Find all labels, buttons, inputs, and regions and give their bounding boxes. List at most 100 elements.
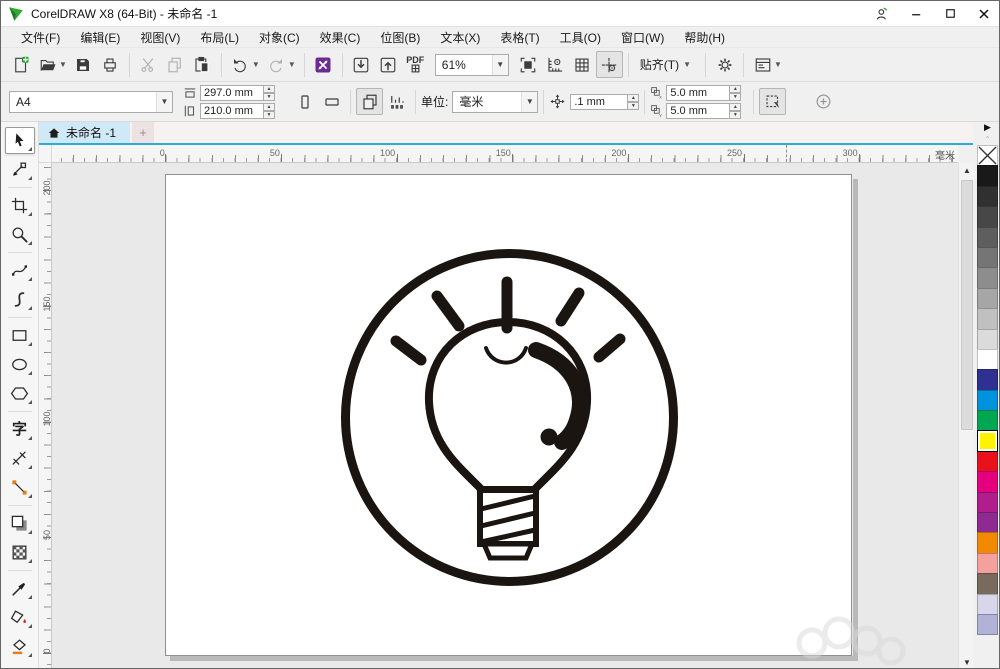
units-combobox[interactable]: 毫米 ▼ (452, 91, 538, 113)
color-swatch-#191919[interactable] (977, 165, 998, 186)
color-swatch-#b0b2d8[interactable] (977, 614, 998, 635)
horizontal-ruler[interactable]: 毫米 050100150200250300 (52, 145, 958, 163)
duplicate-x-field[interactable]: 5.0 mm (666, 85, 730, 101)
open-icon[interactable] (34, 51, 61, 78)
options-gear-icon[interactable] (711, 51, 738, 78)
chevron-down-icon[interactable]: ▼ (521, 92, 537, 112)
import-icon[interactable] (348, 51, 375, 78)
chevron-down-icon[interactable]: ▼ (774, 60, 782, 69)
ruler-origin-corner[interactable] (39, 145, 52, 163)
color-swatch-#0093dd[interactable] (977, 390, 998, 411)
color-swatch-#f4a09c[interactable] (977, 553, 998, 574)
freehand-tool[interactable] (5, 257, 35, 284)
color-swatch-#a6a6a6[interactable] (977, 288, 998, 309)
text-tool[interactable]: 字 (5, 416, 35, 443)
page-width-field[interactable]: 297.0 mm (200, 85, 264, 101)
show-grid-icon[interactable] (569, 51, 596, 78)
duplicate-y-spinner[interactable]: ▲▼ (730, 103, 741, 119)
landscape-orientation-button[interactable] (318, 88, 345, 115)
menu-item-9[interactable]: 表格(T) (490, 27, 549, 48)
palette-flyout-icon[interactable]: ▶ (984, 122, 991, 135)
color-swatch-#00a651[interactable] (977, 410, 998, 431)
menu-item-2[interactable]: 编辑(E) (70, 27, 130, 48)
color-swatch-#d7d7e9[interactable] (977, 594, 998, 615)
nudge-distance-field[interactable]: .1 mm (570, 94, 628, 110)
undo-icon[interactable] (227, 51, 254, 78)
color-swatch-#2e3192[interactable] (977, 369, 998, 390)
scrollbar-thumb[interactable] (961, 180, 973, 430)
menu-item-4[interactable]: 布局(L) (190, 27, 249, 48)
color-swatch-#e5007e[interactable] (977, 471, 998, 492)
color-swatch-#757575[interactable] (977, 247, 998, 268)
drop-shadow-tool[interactable] (5, 510, 35, 537)
publish-pdf-icon[interactable]: PDF (402, 51, 429, 78)
color-swatch-#fff200[interactable] (977, 430, 998, 451)
close-button[interactable] (967, 1, 1000, 26)
account-icon[interactable] (865, 1, 899, 26)
treat-as-filled-button[interactable] (759, 88, 786, 115)
menu-item-1[interactable]: 文件(F) (11, 27, 70, 48)
menu-item-12[interactable]: 帮助(H) (674, 27, 735, 48)
print-icon[interactable] (97, 51, 124, 78)
color-swatch-#5e5e5e[interactable] (977, 227, 998, 248)
menu-item-7[interactable]: 位图(B) (370, 27, 430, 48)
current-page-size-button[interactable] (356, 88, 383, 115)
color-swatch-#8f2a90[interactable] (977, 512, 998, 533)
ellipse-tool[interactable] (5, 351, 35, 378)
chevron-down-icon[interactable]: ▼ (156, 92, 172, 112)
chevron-down-icon[interactable]: ▼ (252, 60, 260, 69)
color-swatch-#f18a00[interactable] (977, 532, 998, 553)
light-bulb-artwork[interactable] (331, 244, 687, 600)
duplicate-y-field[interactable]: 5.0 mm (666, 103, 730, 119)
search-content-icon[interactable] (310, 51, 337, 78)
page-dimensions-button[interactable] (383, 88, 410, 115)
snap-to-dropdown[interactable]: 贴齐(T) ▼ (634, 51, 700, 78)
dimension-tool[interactable] (5, 445, 35, 472)
crop-tool[interactable] (5, 192, 35, 219)
menu-item-10[interactable]: 工具(O) (550, 27, 611, 48)
document-tab-active[interactable]: 未命名 -1 (39, 122, 130, 143)
menu-item-6[interactable]: 效果(C) (310, 27, 371, 48)
smart-fill-tool[interactable] (5, 633, 35, 660)
canvas-viewport[interactable] (52, 163, 958, 669)
vertical-scrollbar[interactable]: ▲ ▼ (958, 163, 974, 669)
transparency-tool[interactable] (5, 539, 35, 566)
maximize-button[interactable] (933, 1, 967, 26)
menu-item-5[interactable]: 对象(C) (249, 27, 310, 48)
page-width-spinner[interactable]: ▲▼ (264, 85, 275, 101)
page-size-preset-combobox[interactable]: A4 ▼ (9, 91, 173, 113)
duplicate-x-spinner[interactable]: ▲▼ (730, 85, 741, 101)
add-preset-icon[interactable] (810, 88, 837, 115)
shape-tool[interactable] (5, 156, 35, 183)
menu-item-11[interactable]: 窗口(W) (611, 27, 674, 48)
vertical-ruler[interactable]: 200150100500 (39, 163, 52, 669)
chevron-down-icon[interactable]: ▼ (492, 55, 508, 75)
portrait-orientation-button[interactable] (291, 88, 318, 115)
show-rulers-icon[interactable] (542, 51, 569, 78)
polygon-tool[interactable] (5, 380, 35, 407)
color-swatch-#474747[interactable] (977, 206, 998, 227)
nudge-distance-spinner[interactable]: ▲▼ (628, 94, 639, 110)
color-swatch-#8d8d8d[interactable] (977, 267, 998, 288)
zoom-level-combobox[interactable]: 61% ▼ (435, 54, 509, 76)
page-height-field[interactable]: 210.0 mm (200, 103, 264, 119)
export-icon[interactable] (375, 51, 402, 78)
eyedropper-tool[interactable] (5, 575, 35, 602)
pick-tool[interactable] (5, 127, 35, 154)
paste-icon[interactable] (189, 51, 216, 78)
color-swatch-#796a5e[interactable] (977, 573, 998, 594)
no-color-swatch[interactable] (977, 145, 998, 166)
rectangle-tool[interactable] (5, 322, 35, 349)
save-icon[interactable] (70, 51, 97, 78)
color-swatch-#b01e8e[interactable] (977, 492, 998, 513)
scroll-down-icon[interactable]: ▼ (959, 655, 975, 669)
connector-tool[interactable] (5, 474, 35, 501)
color-swatch-#303030[interactable] (977, 186, 998, 207)
show-guidelines-icon[interactable] (596, 51, 623, 78)
page-height-spinner[interactable]: ▲▼ (264, 103, 275, 119)
zoom-tool[interactable] (5, 221, 35, 248)
fullscreen-preview-icon[interactable] (515, 51, 542, 78)
interactive-fill-tool[interactable] (5, 604, 35, 631)
color-swatch-#dbdbdb[interactable] (977, 329, 998, 350)
chevron-down-icon[interactable]: ▼ (59, 60, 67, 69)
